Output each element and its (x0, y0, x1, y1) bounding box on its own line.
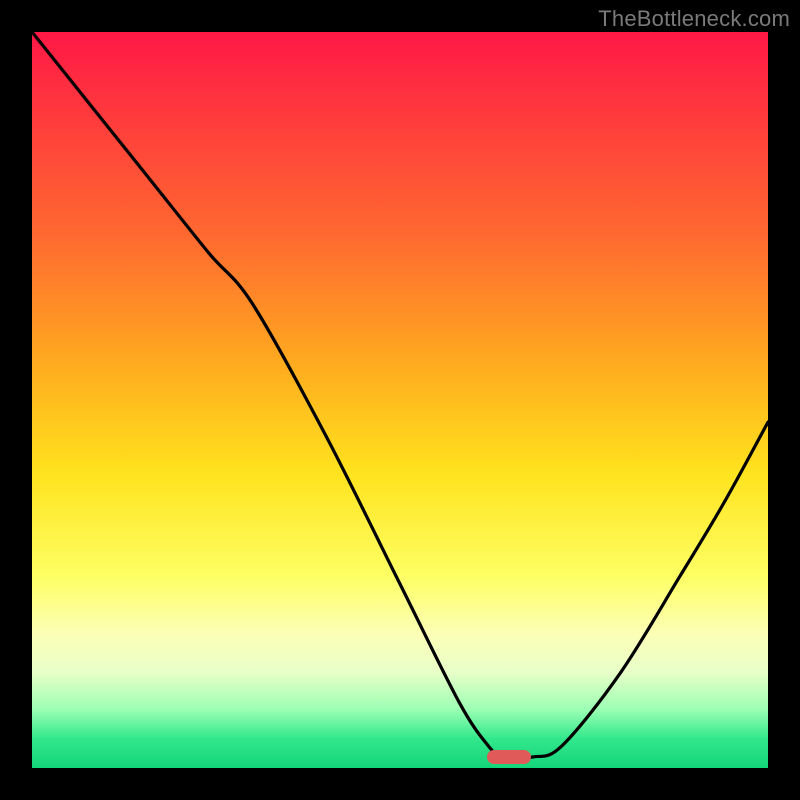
chart-frame: TheBottleneck.com (0, 0, 800, 800)
bottleneck-curve (32, 32, 768, 768)
watermark-text: TheBottleneck.com (598, 6, 790, 32)
optimal-marker (487, 750, 531, 764)
plot-area (32, 32, 768, 768)
